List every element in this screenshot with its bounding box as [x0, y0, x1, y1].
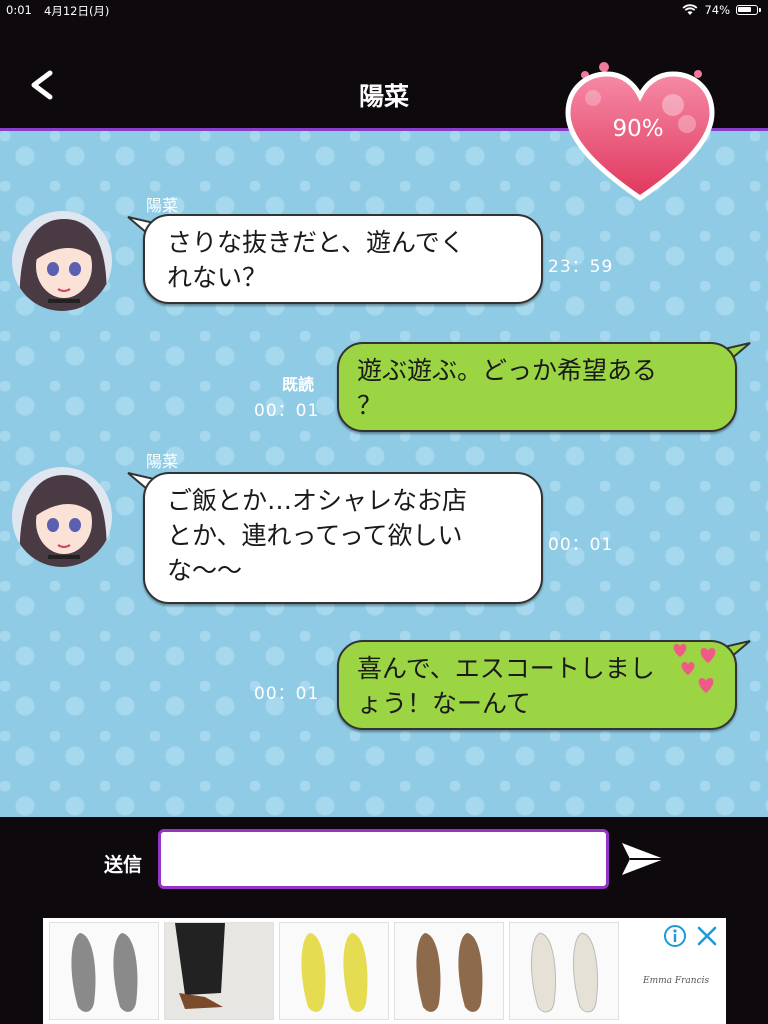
info-icon[interactable]	[663, 924, 687, 948]
character-portrait-icon	[12, 467, 112, 567]
affection-meter: 90%	[563, 58, 718, 208]
send-label: 送信	[104, 854, 143, 876]
message-line: な〜〜	[167, 556, 243, 585]
shoe-icon	[531, 932, 598, 1013]
shoe-icon	[301, 933, 368, 1012]
character-portrait-icon	[12, 211, 112, 311]
sender-name: 陽菜	[146, 196, 179, 215]
chat-area[interactable]: 陽菜 さりな抜きだと、遊んでく れない？ 23：59 既読 00：01 遊ぶ遊ぶ…	[0, 131, 768, 817]
message-line: ょう！なーんて	[357, 689, 531, 718]
hearts-sticker-icon	[673, 644, 716, 693]
sender-name: 陽菜	[146, 452, 179, 471]
ad-product-image[interactable]	[49, 922, 159, 1020]
message-time: 23：59	[548, 257, 614, 277]
avatar[interactable]	[12, 467, 112, 567]
status-time: 0:01	[6, 3, 32, 17]
message-line: れない？	[167, 263, 268, 292]
affection-percent: 90%	[612, 116, 664, 142]
message-time: 00：01	[254, 401, 320, 421]
ad-product-image[interactable]	[279, 922, 389, 1020]
message-line: 喜んで、エスコートしまし	[357, 654, 655, 683]
message-bubble-incoming[interactable]: ご飯とか…オシャレなお店 とか、連れってって欲しい な〜〜	[143, 472, 543, 604]
message-line: ご飯とか…オシャレなお店	[167, 486, 468, 515]
message-line: 遊ぶ遊ぶ。どっか希望ある	[357, 356, 658, 385]
status-date: 4月12日(月)	[44, 4, 110, 18]
ad-product-image[interactable]	[164, 922, 274, 1020]
shoe-icon	[416, 933, 483, 1012]
message-line: ？	[357, 391, 383, 420]
ad-product-image[interactable]	[509, 922, 619, 1020]
ad-brand-logo: Emma Francis	[643, 976, 710, 986]
status-indicators: 74%	[682, 3, 761, 17]
avatar[interactable]	[12, 211, 112, 311]
message-bubble-incoming[interactable]: さりな抜きだと、遊んでく れない？	[143, 214, 543, 304]
ad-product-image[interactable]	[394, 922, 504, 1020]
message-bubble-outgoing[interactable]: 遊ぶ遊ぶ。どっか希望ある ？	[337, 342, 737, 432]
model-legs-icon	[165, 923, 273, 1019]
battery-percent: 74%	[704, 3, 730, 17]
message-time: 00：01	[254, 684, 320, 704]
wifi-icon	[683, 4, 698, 15]
message-line: とか、連れってって欲しい	[167, 521, 463, 550]
battery-icon	[736, 5, 761, 15]
shoe-icon	[71, 933, 138, 1012]
ad-banner[interactable]: Emma Francis	[43, 918, 726, 1024]
message-input-bar: 送信	[0, 817, 768, 917]
status-bar: 0:01 4月12日(月) 74%	[0, 0, 768, 22]
close-icon[interactable]	[695, 924, 719, 948]
send-icon[interactable]	[620, 839, 666, 879]
message-time: 00：01	[548, 535, 614, 555]
read-receipt: 既読	[282, 375, 315, 394]
message-line: さりな抜きだと、遊んでく	[167, 228, 465, 257]
message-input[interactable]	[158, 829, 609, 889]
